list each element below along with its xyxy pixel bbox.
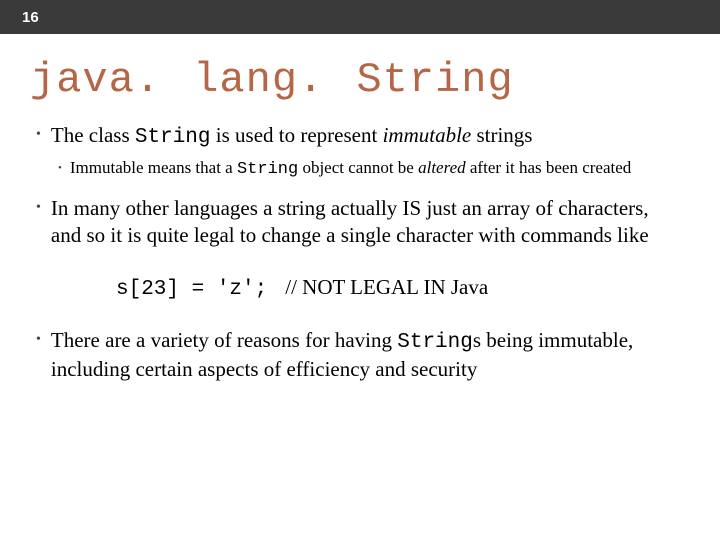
code-fragment: String bbox=[237, 160, 298, 179]
italic-fragment: immutable bbox=[383, 123, 472, 147]
slide: { "header": { "slide_number": "16" }, "t… bbox=[0, 0, 720, 540]
bullet-text: The class String is used to represent im… bbox=[51, 122, 533, 151]
code-fragment: s[23] = 'z'; bbox=[116, 278, 267, 301]
bullet-dot-icon: • bbox=[36, 327, 41, 353]
slide-title: java. lang. String bbox=[0, 34, 720, 122]
text-fragment: is used to represent bbox=[211, 123, 383, 147]
code-fragment: String bbox=[135, 126, 211, 149]
text-fragment: The class bbox=[51, 123, 135, 147]
code-example: s[23] = 'z'; // NOT LEGAL IN Java bbox=[116, 275, 680, 301]
text-fragment: object cannot be bbox=[298, 158, 418, 177]
bullet-item: • In many other languages a string actua… bbox=[36, 195, 680, 249]
bullet-text: In many other languages a string actuall… bbox=[51, 195, 680, 249]
bullet-dot-icon: • bbox=[36, 122, 41, 148]
bullet-text: Immutable means that a String object can… bbox=[70, 157, 631, 181]
sub-bullet-item: • Immutable means that a String object c… bbox=[58, 157, 680, 181]
text-fragment: Immutable means that a bbox=[70, 158, 237, 177]
bullet-item: • There are a variety of reasons for hav… bbox=[36, 327, 680, 383]
text-fragment: strings bbox=[471, 123, 532, 147]
bullet-dot-icon: • bbox=[58, 157, 62, 179]
bullet-dot-icon: • bbox=[36, 195, 41, 221]
bullet-item: • The class String is used to represent … bbox=[36, 122, 680, 151]
slide-number: 16 bbox=[22, 9, 39, 26]
code-fragment: String bbox=[397, 331, 473, 354]
code-comment: // NOT LEGAL IN Java bbox=[285, 275, 488, 299]
italic-fragment: altered bbox=[418, 158, 466, 177]
text-fragment: after it has been created bbox=[466, 158, 632, 177]
slide-content: • The class String is used to represent … bbox=[0, 122, 720, 383]
header-bar: 16 bbox=[0, 0, 720, 34]
text-fragment: There are a variety of reasons for havin… bbox=[51, 328, 397, 352]
bullet-text: There are a variety of reasons for havin… bbox=[51, 327, 680, 383]
